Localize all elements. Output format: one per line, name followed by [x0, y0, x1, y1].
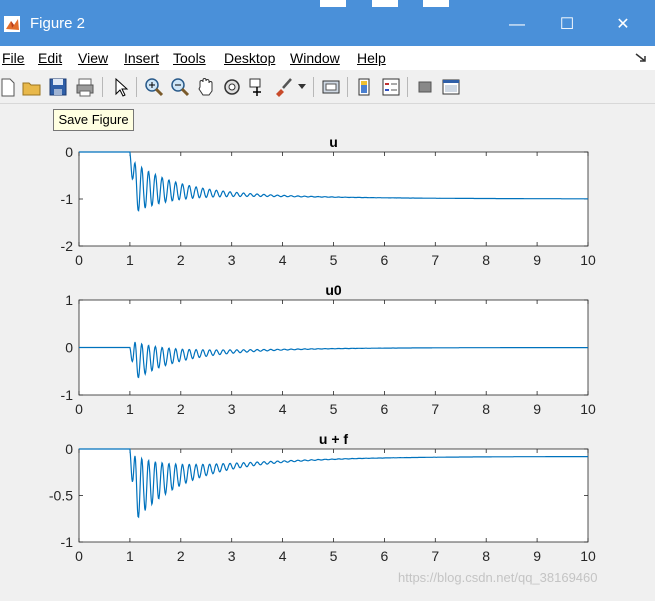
minimize-button[interactable]: — [504, 12, 530, 38]
x-tick-label: 4 [279, 401, 287, 417]
menu-view[interactable]: View [78, 50, 108, 66]
watermark-text: https://blog.csdn.net/qq_38169460 [398, 570, 598, 585]
x-tick-label: 5 [330, 548, 338, 564]
pointer-icon[interactable] [110, 76, 132, 98]
x-tick-label: 4 [279, 252, 287, 268]
x-tick-label: 6 [381, 401, 389, 417]
x-tick-label: 1 [126, 548, 134, 564]
x-tick-label: 3 [228, 252, 236, 268]
insert-colorbar-icon[interactable] [354, 76, 376, 98]
figure-canvas: u 0 1 2 3 4 5 6 7 8 9 10 0 -1 -2 u0 0 1 2 3 4 5 6 7 8 9 10 1 0 -1 u + … [0, 104, 655, 596]
hide-plot-tools-icon[interactable] [414, 76, 436, 98]
toolbar-separator [347, 77, 348, 97]
x-tick-label: 10 [580, 252, 596, 268]
x-tick-label: 1 [126, 252, 134, 268]
maximize-button[interactable]: ☐ [554, 12, 580, 38]
x-tick-label: 7 [431, 548, 439, 564]
subplot-title: u + f [319, 431, 349, 447]
x-tick-label: 0 [75, 401, 83, 417]
x-tick-label: 2 [177, 401, 185, 417]
insert-legend-icon[interactable] [380, 76, 402, 98]
x-tick-label: 6 [381, 252, 389, 268]
save-figure-icon[interactable] [47, 76, 69, 98]
background-window-strip [423, 0, 449, 7]
background-window-strip [320, 0, 346, 7]
zoom-in-icon[interactable] [143, 76, 165, 98]
x-tick-label: 10 [580, 401, 596, 417]
menu-edit[interactable]: Edit [38, 50, 62, 66]
x-tick-label: 0 [75, 548, 83, 564]
x-tick-label: 6 [381, 548, 389, 564]
x-tick-label: 8 [482, 252, 490, 268]
background-window-strip [372, 0, 398, 7]
menu-label: Tools [173, 50, 206, 66]
x-tick-label: 1 [126, 401, 134, 417]
x-tick-label: 3 [228, 548, 236, 564]
new-figure-icon[interactable] [0, 76, 18, 98]
menu-label: File [2, 50, 25, 66]
show-plot-tools-icon[interactable] [440, 76, 462, 98]
menu-label: Window [290, 50, 340, 66]
toolbar-separator [313, 77, 314, 97]
menu-label: Insert [124, 50, 160, 66]
x-tick-label: 8 [482, 401, 490, 417]
dock-arrow-icon[interactable] [634, 52, 648, 64]
brush-dropdown-icon[interactable] [298, 84, 306, 90]
menu-label: Edit [38, 50, 63, 66]
menu-insert[interactable]: Insert [124, 50, 159, 66]
x-tick-label: 4 [279, 548, 287, 564]
menu-label: Help [357, 50, 386, 66]
y-tick-label: -1 [61, 191, 74, 207]
x-tick-label: 9 [533, 401, 541, 417]
y-tick-label: -2 [61, 238, 74, 254]
save-figure-tooltip: Save Figure [53, 109, 134, 131]
y-tick-label: -1 [61, 534, 74, 550]
x-tick-label: 5 [330, 252, 338, 268]
x-tick-label: 2 [177, 548, 185, 564]
y-tick-label: 1 [65, 292, 73, 308]
toolbar-separator [102, 77, 103, 97]
open-file-icon[interactable] [21, 76, 43, 98]
menu-label: View [78, 50, 109, 66]
window-titlebar: Figure 2 — ☐ ✕ [0, 0, 655, 46]
x-tick-label: 7 [431, 401, 439, 417]
y-tick-label: 0 [65, 441, 73, 457]
x-tick-label: 3 [228, 401, 236, 417]
menu-tools[interactable]: Tools [173, 50, 206, 66]
x-tick-label: 10 [580, 548, 596, 564]
y-tick-label: -0.5 [49, 488, 73, 504]
menu-help[interactable]: Help [357, 50, 386, 66]
toolbar-separator [407, 77, 408, 97]
matlab-logo-icon [4, 16, 20, 32]
x-tick-label: 5 [330, 401, 338, 417]
close-button[interactable]: ✕ [610, 12, 636, 38]
menu-file[interactable]: File [2, 50, 25, 66]
x-tick-label: 9 [533, 548, 541, 564]
zoom-out-icon[interactable] [169, 76, 191, 98]
print-figure-icon[interactable] [74, 76, 96, 98]
rotate-3d-icon[interactable] [221, 76, 243, 98]
pan-hand-icon[interactable] [195, 76, 217, 98]
x-tick-label: 2 [177, 252, 185, 268]
menu-desktop[interactable]: Desktop [224, 50, 275, 66]
window-title: Figure 2 [30, 15, 86, 32]
data-cursor-icon[interactable] [246, 76, 268, 98]
brush-icon[interactable] [272, 76, 294, 98]
link-plot-icon[interactable] [320, 76, 342, 98]
menu-bar: File Edit View Insert Tools Desktop Wind… [0, 46, 655, 70]
menu-window[interactable]: Window [290, 50, 340, 66]
subplots: u0 1 2 3 4 5 6 7 8 9 100-1-2u00 1 2 3 4 5 6 7 8 9 1010-1u + … [49, 134, 596, 564]
y-tick-label: -1 [61, 387, 74, 403]
x-tick-label: 7 [431, 252, 439, 268]
subplot-title: u [329, 134, 338, 150]
subplot-title: u0 [325, 282, 342, 298]
y-tick-label: 0 [65, 340, 73, 356]
y-tick-label: 0 [65, 144, 73, 160]
x-tick-label: 0 [75, 252, 83, 268]
menu-label: Desktop [224, 50, 276, 66]
toolbar-separator [136, 77, 137, 97]
x-tick-label: 8 [482, 548, 490, 564]
x-tick-label: 9 [533, 252, 541, 268]
